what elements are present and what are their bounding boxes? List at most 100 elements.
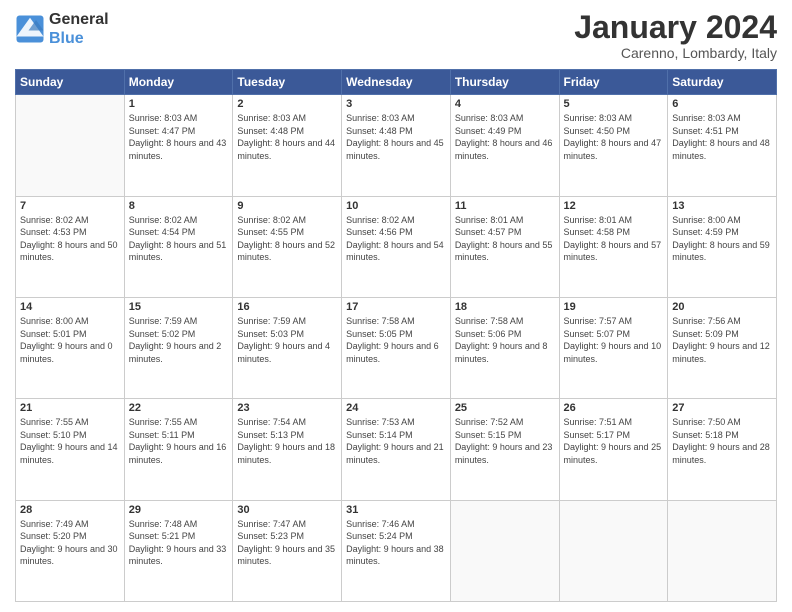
- day-detail: Sunrise: 7:55 AMSunset: 5:11 PMDaylight:…: [129, 416, 229, 466]
- day-cell: 9 Sunrise: 8:02 AMSunset: 4:55 PMDaylight…: [233, 196, 342, 297]
- day-detail: Sunrise: 7:46 AMSunset: 5:24 PMDaylight:…: [346, 518, 446, 568]
- week-row: 28 Sunrise: 7:49 AMSunset: 5:20 PMDayligh…: [16, 500, 777, 601]
- day-detail: Sunrise: 7:49 AMSunset: 5:20 PMDaylight:…: [20, 518, 120, 568]
- day-number: 28: [20, 504, 120, 516]
- day-detail: Sunrise: 8:03 AMSunset: 4:51 PMDaylight:…: [672, 112, 772, 162]
- day-number: 27: [672, 402, 772, 414]
- day-number: 11: [455, 200, 555, 212]
- day-number: 16: [237, 301, 337, 313]
- day-cell: 13Sunrise: 8:00 AMSunset: 4:59 PMDayligh…: [668, 196, 777, 297]
- logo: General Blue: [15, 10, 109, 48]
- day-number: 26: [564, 402, 664, 414]
- day-cell: 27Sunrise: 7:50 AMSunset: 5:18 PMDayligh…: [668, 399, 777, 500]
- day-number: 7: [20, 200, 120, 212]
- day-detail: Sunrise: 7:59 AMSunset: 5:02 PMDaylight:…: [129, 315, 229, 365]
- day-number: 22: [129, 402, 229, 414]
- day-detail: Sunrise: 8:02 AMSunset: 4:53 PMDaylight:…: [20, 214, 120, 264]
- logo-line1: General: [49, 10, 109, 29]
- day-number: 31: [346, 504, 446, 516]
- day-detail: Sunrise: 8:00 AMSunset: 5:01 PMDaylight:…: [20, 315, 120, 365]
- day-cell: 28 Sunrise: 7:49 AMSunset: 5:20 PMDayligh…: [16, 500, 125, 601]
- day-cell: 23 Sunrise: 7:54 AMSunset: 5:13 PMDayligh…: [233, 399, 342, 500]
- day-number: 9: [237, 200, 337, 212]
- day-cell: 29 Sunrise: 7:48 AMSunset: 5:21 PMDayligh…: [124, 500, 233, 601]
- day-detail: Sunrise: 8:03 AMSunset: 4:48 PMDaylight:…: [346, 112, 446, 162]
- day-detail: Sunrise: 8:01 AMSunset: 4:57 PMDaylight:…: [455, 214, 555, 264]
- day-detail: Sunrise: 7:59 AMSunset: 5:03 PMDaylight:…: [237, 315, 337, 365]
- day-detail: Sunrise: 7:47 AMSunset: 5:23 PMDaylight:…: [237, 518, 337, 568]
- day-cell: 14 Sunrise: 8:00 AMSunset: 5:01 PMDayligh…: [16, 297, 125, 398]
- logo-text: General Blue: [49, 10, 109, 48]
- day-cell: 2 Sunrise: 8:03 AMSunset: 4:48 PMDaylight…: [233, 95, 342, 196]
- day-detail: Sunrise: 7:56 AMSunset: 5:09 PMDaylight:…: [672, 315, 772, 365]
- day-number: 15: [129, 301, 229, 313]
- day-number: 21: [20, 402, 120, 414]
- day-cell: 31 Sunrise: 7:46 AMSunset: 5:24 PMDayligh…: [342, 500, 451, 601]
- week-row: 7 Sunrise: 8:02 AMSunset: 4:53 PMDaylight…: [16, 196, 777, 297]
- day-cell: 18 Sunrise: 7:58 AMSunset: 5:06 PMDayligh…: [450, 297, 559, 398]
- day-cell: [450, 500, 559, 601]
- day-number: 19: [564, 301, 664, 313]
- day-detail: Sunrise: 7:58 AMSunset: 5:06 PMDaylight:…: [455, 315, 555, 365]
- day-cell: 11 Sunrise: 8:01 AMSunset: 4:57 PMDayligh…: [450, 196, 559, 297]
- day-detail: Sunrise: 7:57 AMSunset: 5:07 PMDaylight:…: [564, 315, 664, 365]
- weekday-header: Tuesday: [233, 70, 342, 95]
- day-detail: Sunrise: 8:03 AMSunset: 4:48 PMDaylight:…: [237, 112, 337, 162]
- day-number: 23: [237, 402, 337, 414]
- day-cell: 10 Sunrise: 8:02 AMSunset: 4:56 PMDayligh…: [342, 196, 451, 297]
- day-cell: 26Sunrise: 7:51 AMSunset: 5:17 PMDayligh…: [559, 399, 668, 500]
- day-number: 10: [346, 200, 446, 212]
- day-detail: Sunrise: 8:02 AMSunset: 4:54 PMDaylight:…: [129, 214, 229, 264]
- day-number: 6: [672, 98, 772, 110]
- day-cell: 3 Sunrise: 8:03 AMSunset: 4:48 PMDaylight…: [342, 95, 451, 196]
- day-cell: 20Sunrise: 7:56 AMSunset: 5:09 PMDayligh…: [668, 297, 777, 398]
- day-number: 5: [564, 98, 664, 110]
- day-cell: 17 Sunrise: 7:58 AMSunset: 5:05 PMDayligh…: [342, 297, 451, 398]
- day-cell: 22 Sunrise: 7:55 AMSunset: 5:11 PMDayligh…: [124, 399, 233, 500]
- weekday-header: Thursday: [450, 70, 559, 95]
- header: General Blue January 2024 Carenno, Lomba…: [15, 10, 777, 61]
- day-detail: Sunrise: 7:55 AMSunset: 5:10 PMDaylight:…: [20, 416, 120, 466]
- logo-icon: [15, 14, 45, 44]
- week-row: 14 Sunrise: 8:00 AMSunset: 5:01 PMDayligh…: [16, 297, 777, 398]
- title-block: January 2024 Carenno, Lombardy, Italy: [574, 10, 777, 61]
- day-number: 3: [346, 98, 446, 110]
- day-cell: 8Sunrise: 8:02 AMSunset: 4:54 PMDaylight…: [124, 196, 233, 297]
- day-number: 24: [346, 402, 446, 414]
- day-cell: 21 Sunrise: 7:55 AMSunset: 5:10 PMDayligh…: [16, 399, 125, 500]
- page: General Blue January 2024 Carenno, Lomba…: [0, 0, 792, 612]
- day-number: 29: [129, 504, 229, 516]
- day-number: 18: [455, 301, 555, 313]
- day-detail: Sunrise: 7:58 AMSunset: 5:05 PMDaylight:…: [346, 315, 446, 365]
- day-detail: Sunrise: 7:53 AMSunset: 5:14 PMDaylight:…: [346, 416, 446, 466]
- day-cell: 19 Sunrise: 7:57 AMSunset: 5:07 PMDayligh…: [559, 297, 668, 398]
- day-detail: Sunrise: 7:48 AMSunset: 5:21 PMDaylight:…: [129, 518, 229, 568]
- calendar-header-row: SundayMondayTuesdayWednesdayThursdayFrid…: [16, 70, 777, 95]
- day-detail: Sunrise: 8:02 AMSunset: 4:56 PMDaylight:…: [346, 214, 446, 264]
- day-cell: [559, 500, 668, 601]
- day-cell: 7 Sunrise: 8:02 AMSunset: 4:53 PMDaylight…: [16, 196, 125, 297]
- day-number: 17: [346, 301, 446, 313]
- day-cell: 16 Sunrise: 7:59 AMSunset: 5:03 PMDayligh…: [233, 297, 342, 398]
- day-detail: Sunrise: 7:54 AMSunset: 5:13 PMDaylight:…: [237, 416, 337, 466]
- day-cell: 6 Sunrise: 8:03 AMSunset: 4:51 PMDaylight…: [668, 95, 777, 196]
- week-row: 1Sunrise: 8:03 AMSunset: 4:47 PMDaylight…: [16, 95, 777, 196]
- day-detail: Sunrise: 8:03 AMSunset: 4:49 PMDaylight:…: [455, 112, 555, 162]
- weekday-header: Saturday: [668, 70, 777, 95]
- day-cell: 5 Sunrise: 8:03 AMSunset: 4:50 PMDaylight…: [559, 95, 668, 196]
- day-number: 14: [20, 301, 120, 313]
- day-detail: Sunrise: 8:02 AMSunset: 4:55 PMDaylight:…: [237, 214, 337, 264]
- day-detail: Sunrise: 8:03 AMSunset: 4:50 PMDaylight:…: [564, 112, 664, 162]
- day-cell: 12Sunrise: 8:01 AMSunset: 4:58 PMDayligh…: [559, 196, 668, 297]
- day-cell: 25Sunrise: 7:52 AMSunset: 5:15 PMDayligh…: [450, 399, 559, 500]
- day-number: 2: [237, 98, 337, 110]
- day-cell: 1Sunrise: 8:03 AMSunset: 4:47 PMDaylight…: [124, 95, 233, 196]
- month-title: January 2024: [574, 10, 777, 45]
- day-cell: 30Sunrise: 7:47 AMSunset: 5:23 PMDayligh…: [233, 500, 342, 601]
- day-cell: 15 Sunrise: 7:59 AMSunset: 5:02 PMDayligh…: [124, 297, 233, 398]
- location: Carenno, Lombardy, Italy: [574, 45, 777, 61]
- calendar-table: SundayMondayTuesdayWednesdayThursdayFrid…: [15, 69, 777, 602]
- day-cell: [668, 500, 777, 601]
- day-number: 12: [564, 200, 664, 212]
- weekday-header: Monday: [124, 70, 233, 95]
